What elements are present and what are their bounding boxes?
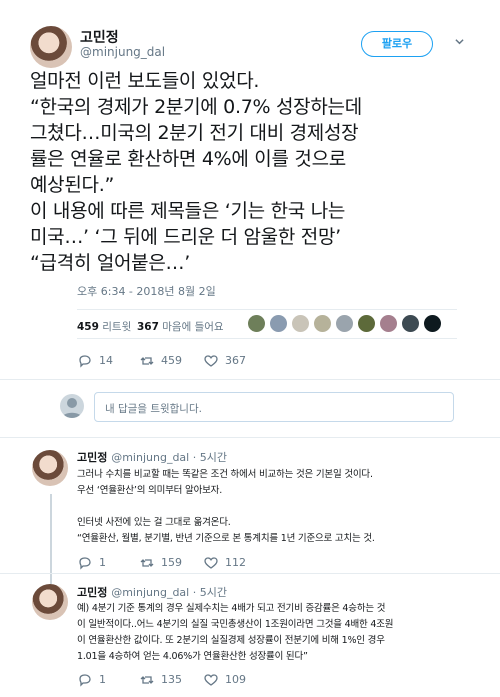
liker-avatar[interactable]: [335, 314, 354, 333]
retweet-icon: [140, 357, 154, 365]
tweet-text-line: 예상된다.”: [30, 174, 115, 196]
main-tweet: 고민정 @minjung_dal 팔로우 얼마전 이런 보도들이 있었다. “한…: [0, 0, 500, 380]
thread-author-meta: @minjung_dal · 5시간: [111, 451, 227, 464]
liker-avatar[interactable]: [247, 314, 266, 333]
tweet-text-line: “한국의 경제가 2분기에 0.7% 성장하는데: [30, 96, 362, 118]
reply-icon: [79, 355, 91, 368]
tweet-actions: 14 459 367: [77, 352, 377, 372]
thread-connector: [50, 494, 52, 574]
liker-avatar[interactable]: [379, 314, 398, 333]
thread-text-line: 예) 4분기 기준 통계의 경우 실제수치는 4배가 되고 전기비 증감률은 4…: [77, 603, 386, 614]
like-stat[interactable]: 367 마음에 들어요: [137, 319, 224, 334]
author-avatar[interactable]: [32, 584, 68, 620]
chevron-down-icon[interactable]: [455, 37, 464, 46]
retweet-stat-count: 459: [77, 321, 99, 333]
liker-avatar[interactable]: [357, 314, 376, 333]
thread-text-line: 인터넷 사전에 있는 걸 그대로 옮겨온다.: [77, 517, 231, 528]
thread-author-name: 고민정: [77, 586, 108, 599]
tweet-text-line: 이 내용에 따른 제목들은 ‘기는 한국 나는: [30, 200, 346, 222]
liker-avatar[interactable]: [313, 314, 332, 333]
reply-count: 1: [99, 556, 106, 569]
thread-tweet-text: 그러나 수치를 비교할 때는 똑같은 조건 하에서 비교하는 것은 기본일 것이…: [77, 467, 477, 547]
tweet-text-line: 얼마전 이런 보도들이 있었다.: [30, 70, 260, 92]
thread-text-line: 이 연율환산한 값이다. 또 2분기의 실질경제 성장률이 전분기에 비해 1%…: [77, 635, 385, 646]
like-count: 109: [225, 673, 246, 686]
tweet-text-line: 미국…’ ‘그 뒤에 드리운 더 암울한 전망’: [30, 226, 341, 248]
liker-avatars: [247, 314, 452, 334]
thread-tweet-text: 예) 4분기 기준 통계의 경우 실제수치는 4배가 되고 전기비 증감률은 4…: [77, 601, 477, 665]
thread-text-line: 이 일반적이다..어느 4분기의 실질 국민총생산이 1조원이라면 그것을 4배…: [77, 619, 394, 630]
reply-icon: [79, 557, 91, 570]
liker-avatar[interactable]: [401, 314, 420, 333]
like-stat-label: 마음에 들어요: [162, 321, 224, 333]
thread-author[interactable]: 고민정 @minjung_dal · 5시간: [77, 584, 227, 600]
thread-connector: [50, 574, 52, 584]
reply-icon: [79, 674, 91, 687]
heart-icon: [204, 557, 218, 569]
thread-text-line: 1.01을 4승하여 얻는 4.06%가 연율환산한 성장률이 된다”: [77, 651, 308, 662]
tweet-actions: 1 135 109: [77, 671, 377, 691]
thread-text-line: “연율환산, 월별, 분기별, 반년 기준으로 본 통계치를 1년 기준으로 고…: [77, 533, 375, 544]
like-count: 112: [225, 556, 246, 569]
author-avatar[interactable]: [32, 450, 68, 486]
reply-count: 1: [99, 673, 106, 686]
tweet-text-line: 그쳤다…미국의 2분기 전기 대비 경제성장: [30, 122, 359, 144]
like-stat-count: 367: [137, 321, 159, 333]
user-silhouette-icon: [62, 398, 82, 418]
thread-tweet[interactable]: 고민정 @minjung_dal · 5시간 그러나 수치를 비교할 때는 똑같…: [0, 437, 500, 574]
liker-avatar[interactable]: [423, 314, 442, 333]
follow-button[interactable]: 팔로우: [361, 31, 433, 57]
thread-tweet[interactable]: 고민정 @minjung_dal · 5시간 예) 4분기 기준 통계의 경우 …: [0, 573, 500, 697]
retweet-count: 135: [161, 673, 182, 686]
heart-icon: [204, 674, 218, 686]
tweet-text: 얼마전 이런 보도들이 있었다. “한국의 경제가 2분기에 0.7% 성장하는…: [30, 68, 480, 276]
thread-author-name: 고민정: [77, 451, 108, 464]
thread-text-line: 그러나 수치를 비교할 때는 똑같은 조건 하에서 비교하는 것은 기본일 것이…: [77, 469, 373, 480]
retweet-icon: [140, 676, 154, 684]
tweet-actions: 1 159 112: [77, 554, 377, 574]
reply-input[interactable]: 내 답글을 트윗합니다.: [94, 392, 454, 422]
retweet-count: 459: [161, 354, 182, 367]
heart-icon: [204, 355, 218, 367]
tweet-text-line: 률은 연율로 환산하면 4%에 이를 것으로: [30, 148, 346, 170]
retweet-stat[interactable]: 459 리트윗: [77, 319, 131, 334]
retweet-icon: [140, 559, 154, 567]
author-avatar[interactable]: [30, 26, 72, 68]
thread-author[interactable]: 고민정 @minjung_dal · 5시간: [77, 449, 227, 465]
reply-count: 14: [99, 354, 113, 367]
retweet-stat-label: 리트윗: [102, 321, 132, 333]
thread-text-line: 우선 ‘연율환산’의 의미부터 알아보자.: [77, 485, 223, 496]
liker-avatar[interactable]: [269, 314, 288, 333]
retweet-count: 159: [161, 556, 182, 569]
tweet-timestamp[interactable]: 오후 6:34 - 2018년 8월 2일: [77, 283, 216, 299]
author-name[interactable]: 고민정: [80, 27, 119, 47]
like-count: 367: [225, 354, 246, 367]
thread-author-meta: @minjung_dal · 5시간: [111, 586, 227, 599]
liker-avatar[interactable]: [291, 314, 310, 333]
tweet-text-line: “급격히 얼어붙은…’: [30, 252, 190, 274]
author-handle[interactable]: @minjung_dal: [80, 45, 165, 59]
current-user-avatar: [60, 394, 84, 418]
